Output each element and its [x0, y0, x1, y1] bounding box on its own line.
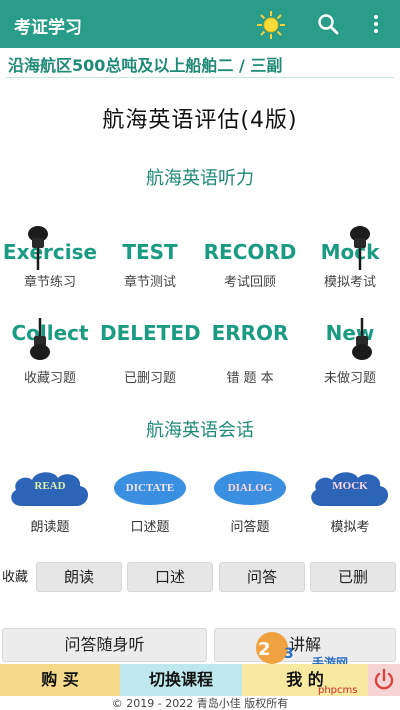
copyright-footer: © 2019 - 2022 青岛小佳 版权所有	[111, 697, 289, 710]
fav-read-button[interactable]: 朗读	[36, 562, 122, 592]
tile-collect-zh: 收藏习题	[23, 371, 76, 386]
tile-error[interactable]: ERROR 错 题 本	[200, 321, 300, 386]
earbud-icon	[28, 226, 48, 270]
tile-record[interactable]: RECORD 考试回顾	[200, 240, 300, 304]
favorites-label: 收藏	[2, 570, 29, 585]
tile-deleted-en: DELETED	[100, 321, 201, 345]
tile-exercise-zh: 章节练习	[23, 275, 76, 290]
top-app-bar: 考证学习	[0, 0, 400, 48]
dictate-bubble[interactable]: DICTATE 口述题	[100, 466, 200, 536]
read-bubble-text: READ	[34, 480, 66, 492]
tile-deleted-zh: 已删习题	[123, 371, 176, 386]
fav-dictate-button[interactable]: 口述	[127, 562, 213, 592]
tile-record-zh: 考试回顾	[223, 275, 276, 290]
tile-new-zh: 未做习题	[323, 371, 376, 386]
read-bubble[interactable]: READ 朗读题	[0, 466, 100, 536]
dictate-label: 口述题	[130, 520, 170, 535]
power-icon	[374, 668, 394, 690]
tile-mock-zh: 模拟考试	[323, 275, 376, 290]
conversation-section-title: 航海英语会话	[146, 420, 254, 441]
power-button[interactable]	[368, 664, 400, 696]
mock-label: 模拟考	[330, 520, 370, 535]
app-title: 考证学习	[14, 18, 82, 38]
fav-deleted-button[interactable]: 已删	[310, 562, 396, 592]
search-icon[interactable]	[316, 12, 340, 36]
more-menu-icon[interactable]	[368, 12, 384, 36]
qa-audio-button[interactable]: 问答随身听	[2, 628, 207, 662]
tile-test[interactable]: TEST 章节测试	[100, 240, 200, 304]
sun-icon[interactable]	[256, 10, 286, 40]
divider	[6, 77, 394, 78]
page-title: 航海英语评估(4版)	[102, 108, 298, 133]
earbud-icon	[30, 318, 50, 360]
dictate-bubble-text: DICTATE	[125, 482, 175, 494]
svg-text:3: 3	[284, 646, 294, 662]
dialog-label: 问答题	[230, 520, 270, 535]
nav-buy[interactable]: 购 买	[0, 664, 120, 696]
tile-record-en: RECORD	[203, 240, 297, 264]
tile-error-zh: 错 题 本	[226, 371, 274, 386]
dialog-bubble-text: DIALOG	[227, 482, 273, 494]
mock-bubble[interactable]: MOCK 模拟考	[300, 466, 400, 536]
svg-text:2: 2	[258, 639, 271, 660]
read-label: 朗读题	[30, 520, 70, 535]
tile-test-zh: 章节测试	[123, 275, 176, 290]
dialog-bubble[interactable]: DIALOG 问答题	[200, 466, 300, 536]
nav-switch-course[interactable]: 切换课程	[120, 664, 242, 696]
earbud-icon	[352, 318, 372, 360]
tile-deleted[interactable]: DELETED 已删习题	[100, 321, 201, 386]
tile-error-en: ERROR	[211, 321, 289, 345]
earbud-icon	[350, 226, 370, 270]
fav-dialog-button[interactable]: 问答	[219, 562, 305, 592]
listening-section-title: 航海英语听力	[146, 168, 254, 189]
course-subtitle[interactable]: 沿海航区500总吨及以上船舶二 / 三副	[8, 52, 282, 76]
tile-test-en: TEST	[122, 240, 178, 264]
mock-bubble-text: MOCK	[332, 480, 368, 492]
